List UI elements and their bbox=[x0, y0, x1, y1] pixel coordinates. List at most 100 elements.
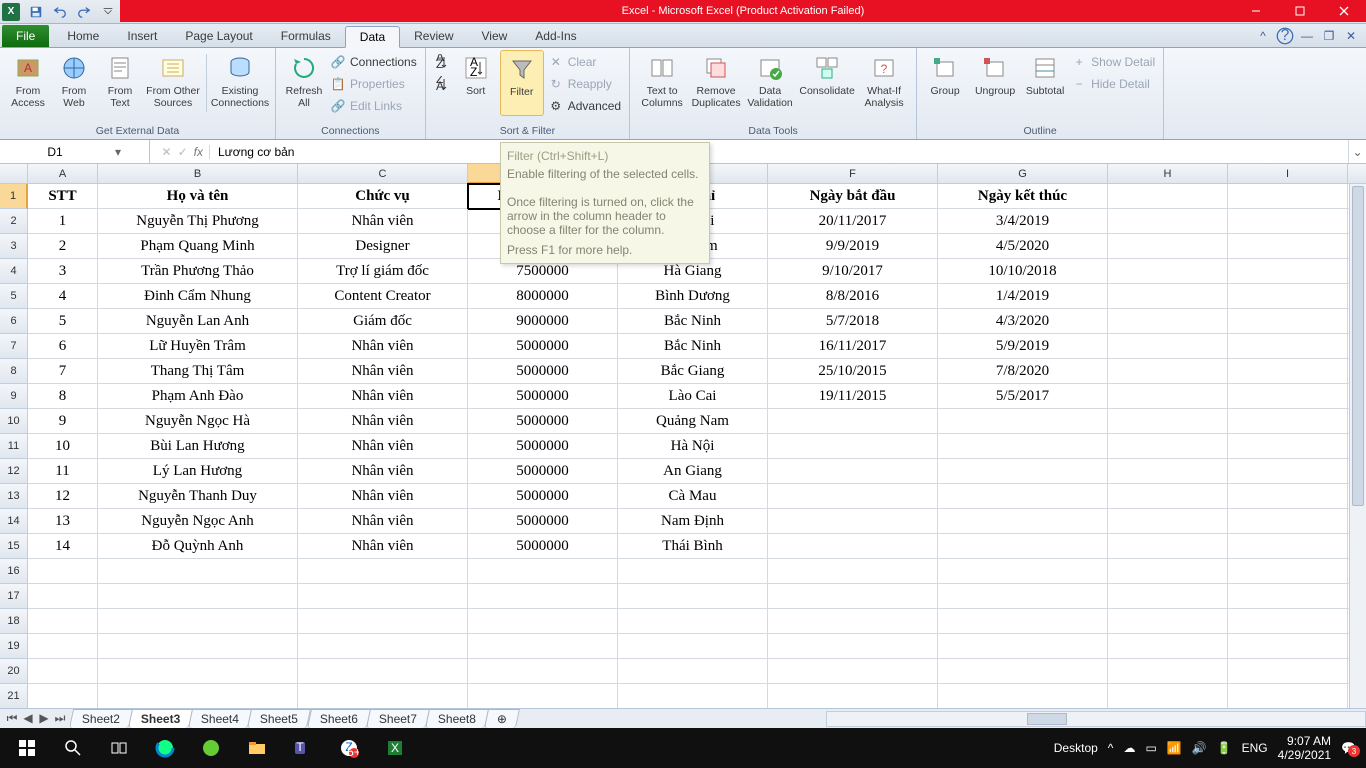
cell-C6[interactable]: Giám đốc bbox=[298, 309, 468, 334]
reapply-button[interactable]: ↻Reapply bbox=[546, 74, 623, 94]
minimize-button[interactable] bbox=[1234, 0, 1278, 22]
cell-H16[interactable] bbox=[1108, 559, 1228, 584]
cell-E17[interactable] bbox=[618, 584, 768, 609]
cell-I1[interactable] bbox=[1228, 184, 1348, 209]
cell-G5[interactable]: 1/4/2019 bbox=[938, 284, 1108, 309]
cell-E14[interactable]: Nam Định bbox=[618, 509, 768, 534]
cell-E12[interactable]: An Giang bbox=[618, 459, 768, 484]
hide-detail-button[interactable]: −Hide Detail bbox=[1069, 74, 1157, 94]
sheet-tab-Sheet7[interactable]: Sheet7 bbox=[366, 709, 430, 728]
cell-E20[interactable] bbox=[618, 659, 768, 684]
window-close-icon[interactable]: ✕ bbox=[1342, 28, 1360, 44]
excel-app-icon[interactable]: X bbox=[2, 3, 20, 21]
cell-I7[interactable] bbox=[1228, 334, 1348, 359]
tab-insert[interactable]: Insert bbox=[113, 25, 171, 47]
tray-notifications-icon[interactable]: 💬3 bbox=[1341, 741, 1356, 755]
tray-battery-icon[interactable]: 🔋 bbox=[1217, 741, 1232, 755]
cell-E13[interactable]: Cà Mau bbox=[618, 484, 768, 509]
remove-duplicates-button[interactable]: Remove Duplicates bbox=[690, 50, 742, 116]
cell-F15[interactable] bbox=[768, 534, 938, 559]
row-header-17[interactable]: 17 bbox=[0, 584, 28, 609]
cell-C11[interactable]: Nhân viên bbox=[298, 434, 468, 459]
cell-A17[interactable] bbox=[28, 584, 98, 609]
cell-B4[interactable]: Trần Phương Thảo bbox=[98, 259, 298, 284]
row-header-12[interactable]: 12 bbox=[0, 459, 28, 484]
sheet-nav-next-icon[interactable]: ▶ bbox=[36, 711, 52, 726]
cell-H20[interactable] bbox=[1108, 659, 1228, 684]
cell-B14[interactable]: Nguyễn Ngọc Anh bbox=[98, 509, 298, 534]
cell-B2[interactable]: Nguyễn Thị Phương bbox=[98, 209, 298, 234]
cell-H10[interactable] bbox=[1108, 409, 1228, 434]
cell-C15[interactable]: Nhân viên bbox=[298, 534, 468, 559]
cell-F8[interactable]: 25/10/2015 bbox=[768, 359, 938, 384]
cell-I16[interactable] bbox=[1228, 559, 1348, 584]
cell-D19[interactable] bbox=[468, 634, 618, 659]
cell-E6[interactable]: Bắc Ninh bbox=[618, 309, 768, 334]
cell-D6[interactable]: 9000000 bbox=[468, 309, 618, 334]
tray-clock[interactable]: 9:07 AM 4/29/2021 bbox=[1278, 734, 1331, 763]
show-detail-button[interactable]: +Show Detail bbox=[1069, 52, 1157, 72]
row-header-10[interactable]: 10 bbox=[0, 409, 28, 434]
cell-A6[interactable]: 5 bbox=[28, 309, 98, 334]
text-to-columns-button[interactable]: Text to Columns bbox=[636, 50, 688, 116]
cell-F13[interactable] bbox=[768, 484, 938, 509]
cell-D11[interactable]: 5000000 bbox=[468, 434, 618, 459]
new-sheet-button[interactable]: ⊕ bbox=[484, 709, 520, 728]
cell-I2[interactable] bbox=[1228, 209, 1348, 234]
data-validation-button[interactable]: Data Validation bbox=[744, 50, 796, 116]
column-header-J[interactable]: J bbox=[1348, 164, 1366, 184]
cell-A15[interactable]: 14 bbox=[28, 534, 98, 559]
cell-A8[interactable]: 7 bbox=[28, 359, 98, 384]
sheet-tab-Sheet8[interactable]: Sheet8 bbox=[425, 709, 489, 728]
cell-I10[interactable] bbox=[1228, 409, 1348, 434]
cell-G16[interactable] bbox=[938, 559, 1108, 584]
cell-A4[interactable]: 3 bbox=[28, 259, 98, 284]
cell-B13[interactable]: Nguyễn Thanh Duy bbox=[98, 484, 298, 509]
cell-G9[interactable]: 5/5/2017 bbox=[938, 384, 1108, 409]
cell-H11[interactable] bbox=[1108, 434, 1228, 459]
row-header-15[interactable]: 15 bbox=[0, 534, 28, 559]
cell-H1[interactable] bbox=[1108, 184, 1228, 209]
cell-E8[interactable]: Bắc Giang bbox=[618, 359, 768, 384]
filter-button[interactable]: Filter bbox=[500, 50, 544, 116]
tab-view[interactable]: View bbox=[468, 25, 522, 47]
cell-G4[interactable]: 10/10/2018 bbox=[938, 259, 1108, 284]
zalo-icon[interactable]: Z5+ bbox=[326, 728, 372, 768]
cell-I12[interactable] bbox=[1228, 459, 1348, 484]
row-header-7[interactable]: 7 bbox=[0, 334, 28, 359]
vertical-scrollbar[interactable] bbox=[1349, 184, 1366, 708]
cell-H15[interactable] bbox=[1108, 534, 1228, 559]
cell-A7[interactable]: 6 bbox=[28, 334, 98, 359]
cell-H8[interactable] bbox=[1108, 359, 1228, 384]
cell-D20[interactable] bbox=[468, 659, 618, 684]
sort-asc-button[interactable]: AZ bbox=[432, 52, 452, 72]
cell-D21[interactable] bbox=[468, 684, 618, 708]
cell-I11[interactable] bbox=[1228, 434, 1348, 459]
cell-B17[interactable] bbox=[98, 584, 298, 609]
row-header-19[interactable]: 19 bbox=[0, 634, 28, 659]
clear-button[interactable]: ✕Clear bbox=[546, 52, 623, 72]
cell-C3[interactable]: Designer bbox=[298, 234, 468, 259]
cell-A20[interactable] bbox=[28, 659, 98, 684]
cell-A16[interactable] bbox=[28, 559, 98, 584]
cell-B18[interactable] bbox=[98, 609, 298, 634]
cell-H7[interactable] bbox=[1108, 334, 1228, 359]
cell-G7[interactable]: 5/9/2019 bbox=[938, 334, 1108, 359]
cell-H18[interactable] bbox=[1108, 609, 1228, 634]
sort-button[interactable]: AZSort bbox=[454, 50, 498, 116]
cell-G20[interactable] bbox=[938, 659, 1108, 684]
cell-G10[interactable] bbox=[938, 409, 1108, 434]
what-if-button[interactable]: ?What-If Analysis bbox=[858, 50, 910, 116]
row-header-2[interactable]: 2 bbox=[0, 209, 28, 234]
cell-C4[interactable]: Trợ lí giám đốc bbox=[298, 259, 468, 284]
tray-onedrive-icon[interactable]: ☁ bbox=[1123, 741, 1135, 755]
cell-A2[interactable]: 1 bbox=[28, 209, 98, 234]
cell-D16[interactable] bbox=[468, 559, 618, 584]
cell-E16[interactable] bbox=[618, 559, 768, 584]
cell-G14[interactable] bbox=[938, 509, 1108, 534]
cell-G1[interactable]: Ngày kết thúc bbox=[938, 184, 1108, 209]
excel-taskbar-icon[interactable]: X bbox=[372, 728, 418, 768]
cell-E7[interactable]: Bắc Ninh bbox=[618, 334, 768, 359]
row-header-3[interactable]: 3 bbox=[0, 234, 28, 259]
cell-H12[interactable] bbox=[1108, 459, 1228, 484]
